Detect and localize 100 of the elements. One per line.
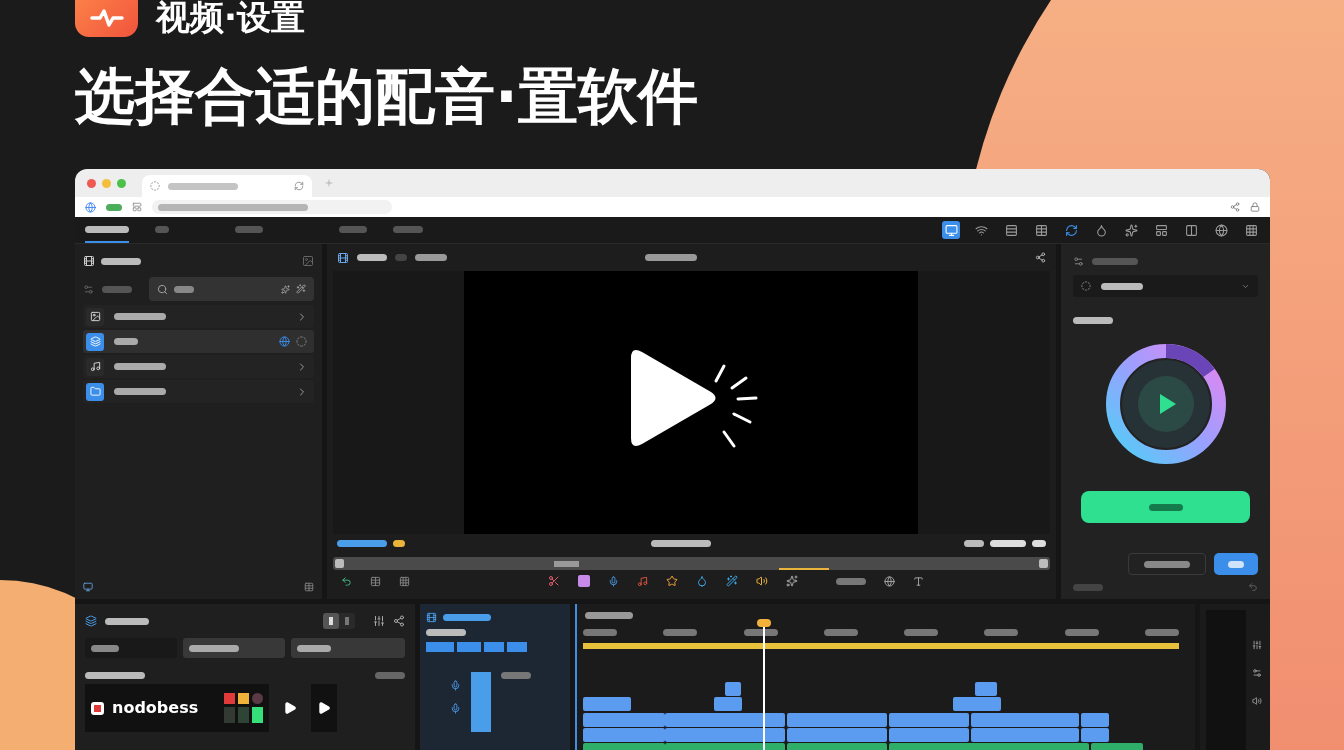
folder-icon [86, 382, 104, 401]
film-icon [83, 255, 95, 267]
star-icon[interactable] [666, 575, 678, 587]
track-tag[interactable] [457, 642, 481, 652]
timeline-clip[interactable] [787, 713, 887, 727]
reload-icon [294, 181, 304, 191]
table-icon[interactable] [304, 582, 314, 592]
blurred-text [1144, 629, 1179, 636]
dropdown-field[interactable] [85, 638, 177, 658]
voice-dropdown[interactable] [1073, 275, 1258, 297]
sidebar-item[interactable] [83, 380, 314, 403]
preset-card[interactable]: nodobess [85, 684, 269, 732]
mic-icon[interactable] [450, 703, 461, 714]
wand-icon[interactable] [296, 284, 306, 294]
timeline-clip[interactable] [583, 713, 665, 727]
sparkle-icon[interactable] [1122, 221, 1140, 239]
blurred-text [168, 182, 238, 190]
color-swatch[interactable] [252, 693, 263, 704]
sliders-icon[interactable] [373, 615, 385, 627]
swatch-icon[interactable] [578, 575, 590, 587]
timeline-clip[interactable] [787, 728, 887, 742]
blurred-text [651, 539, 711, 547]
mic-icon[interactable] [450, 680, 461, 691]
droplet-icon[interactable] [696, 575, 708, 587]
circle-icon[interactable] [296, 336, 307, 347]
settings-icon [1073, 255, 1084, 267]
scrubber-bar[interactable] [333, 557, 1050, 570]
sidebar-icon[interactable] [132, 202, 142, 212]
color-swatch[interactable] [252, 707, 263, 723]
globe-icon[interactable] [85, 201, 96, 213]
wand-icon[interactable] [726, 575, 738, 587]
sliders-icon[interactable] [1252, 640, 1262, 650]
share-icon[interactable] [393, 615, 405, 627]
timeline-clip[interactable] [725, 682, 741, 696]
sparkle-icon[interactable] [281, 284, 290, 294]
share-icon[interactable] [1230, 202, 1240, 212]
pulse-icon [89, 9, 124, 27]
sidebar-item[interactable] [83, 330, 314, 353]
timeline-clip[interactable] [583, 728, 665, 742]
play-button[interactable] [311, 684, 337, 732]
audio-track-bar[interactable] [583, 643, 1179, 649]
blurred-text [189, 644, 239, 652]
playhead-handle[interactable] [757, 619, 771, 627]
image-icon[interactable] [302, 255, 314, 267]
voice-preview-dial[interactable] [1104, 343, 1227, 465]
music-icon[interactable] [637, 575, 648, 587]
timeline-clip[interactable] [714, 697, 742, 711]
settings-icon[interactable] [1252, 668, 1262, 678]
timeline-clip[interactable] [975, 682, 997, 696]
dropdown-field[interactable] [291, 638, 405, 658]
track-tag[interactable] [484, 642, 504, 652]
settings-icon[interactable] [83, 283, 94, 295]
sidebar-item[interactable] [83, 305, 314, 328]
grid-icon[interactable] [399, 575, 410, 587]
lock-icon[interactable] [1250, 202, 1260, 212]
speaker-icon[interactable] [1252, 696, 1262, 706]
track-tag[interactable] [507, 642, 527, 652]
timeline-clip[interactable] [583, 697, 631, 711]
color-swatch[interactable] [224, 693, 235, 704]
blurred-text [114, 388, 166, 395]
confirm-button[interactable] [1214, 553, 1258, 575]
timeline-clip[interactable] [971, 728, 1079, 742]
return-icon[interactable] [1248, 582, 1258, 592]
blurred-text [393, 225, 423, 233]
timeline-clip[interactable] [1081, 713, 1109, 727]
timeline-clip[interactable] [889, 713, 969, 727]
play-icon[interactable] [283, 701, 297, 715]
timeline-clip[interactable] [665, 728, 785, 742]
speaker-icon[interactable] [756, 575, 768, 587]
globe-icon[interactable] [1212, 221, 1230, 239]
dropdown-field[interactable] [183, 638, 285, 658]
text-icon[interactable] [913, 575, 924, 587]
share-icon[interactable] [1035, 252, 1046, 263]
sparkle-icon[interactable] [786, 575, 798, 587]
color-swatch[interactable] [238, 707, 249, 723]
undo-icon[interactable] [341, 575, 352, 587]
layers-icon [85, 615, 97, 627]
timeline-clip[interactable] [953, 697, 1001, 711]
blurred-text [339, 225, 367, 233]
sidebar-item[interactable] [83, 355, 314, 378]
table-icon[interactable] [370, 575, 381, 587]
monitor-icon[interactable] [83, 582, 93, 592]
track-tag[interactable] [426, 642, 454, 652]
globe-icon[interactable] [279, 336, 290, 347]
blurred-text [393, 539, 405, 547]
monitor-icon[interactable] [942, 221, 960, 239]
timeline-clip[interactable] [971, 713, 1079, 727]
view-switch-segment[interactable] [323, 613, 339, 629]
timeline-clip[interactable] [889, 728, 969, 742]
color-swatch[interactable] [224, 707, 235, 723]
timeline-clip[interactable] [665, 713, 785, 727]
search-field[interactable] [149, 277, 314, 301]
mic-icon[interactable] [608, 575, 619, 587]
globe-icon[interactable] [884, 575, 895, 587]
url-field[interactable] [152, 200, 392, 214]
color-swatch[interactable] [238, 693, 249, 704]
timeline-clip[interactable] [1081, 728, 1109, 742]
scissors-icon[interactable] [548, 575, 560, 587]
secondary-button[interactable] [1128, 553, 1206, 575]
generate-button[interactable] [1081, 491, 1250, 523]
